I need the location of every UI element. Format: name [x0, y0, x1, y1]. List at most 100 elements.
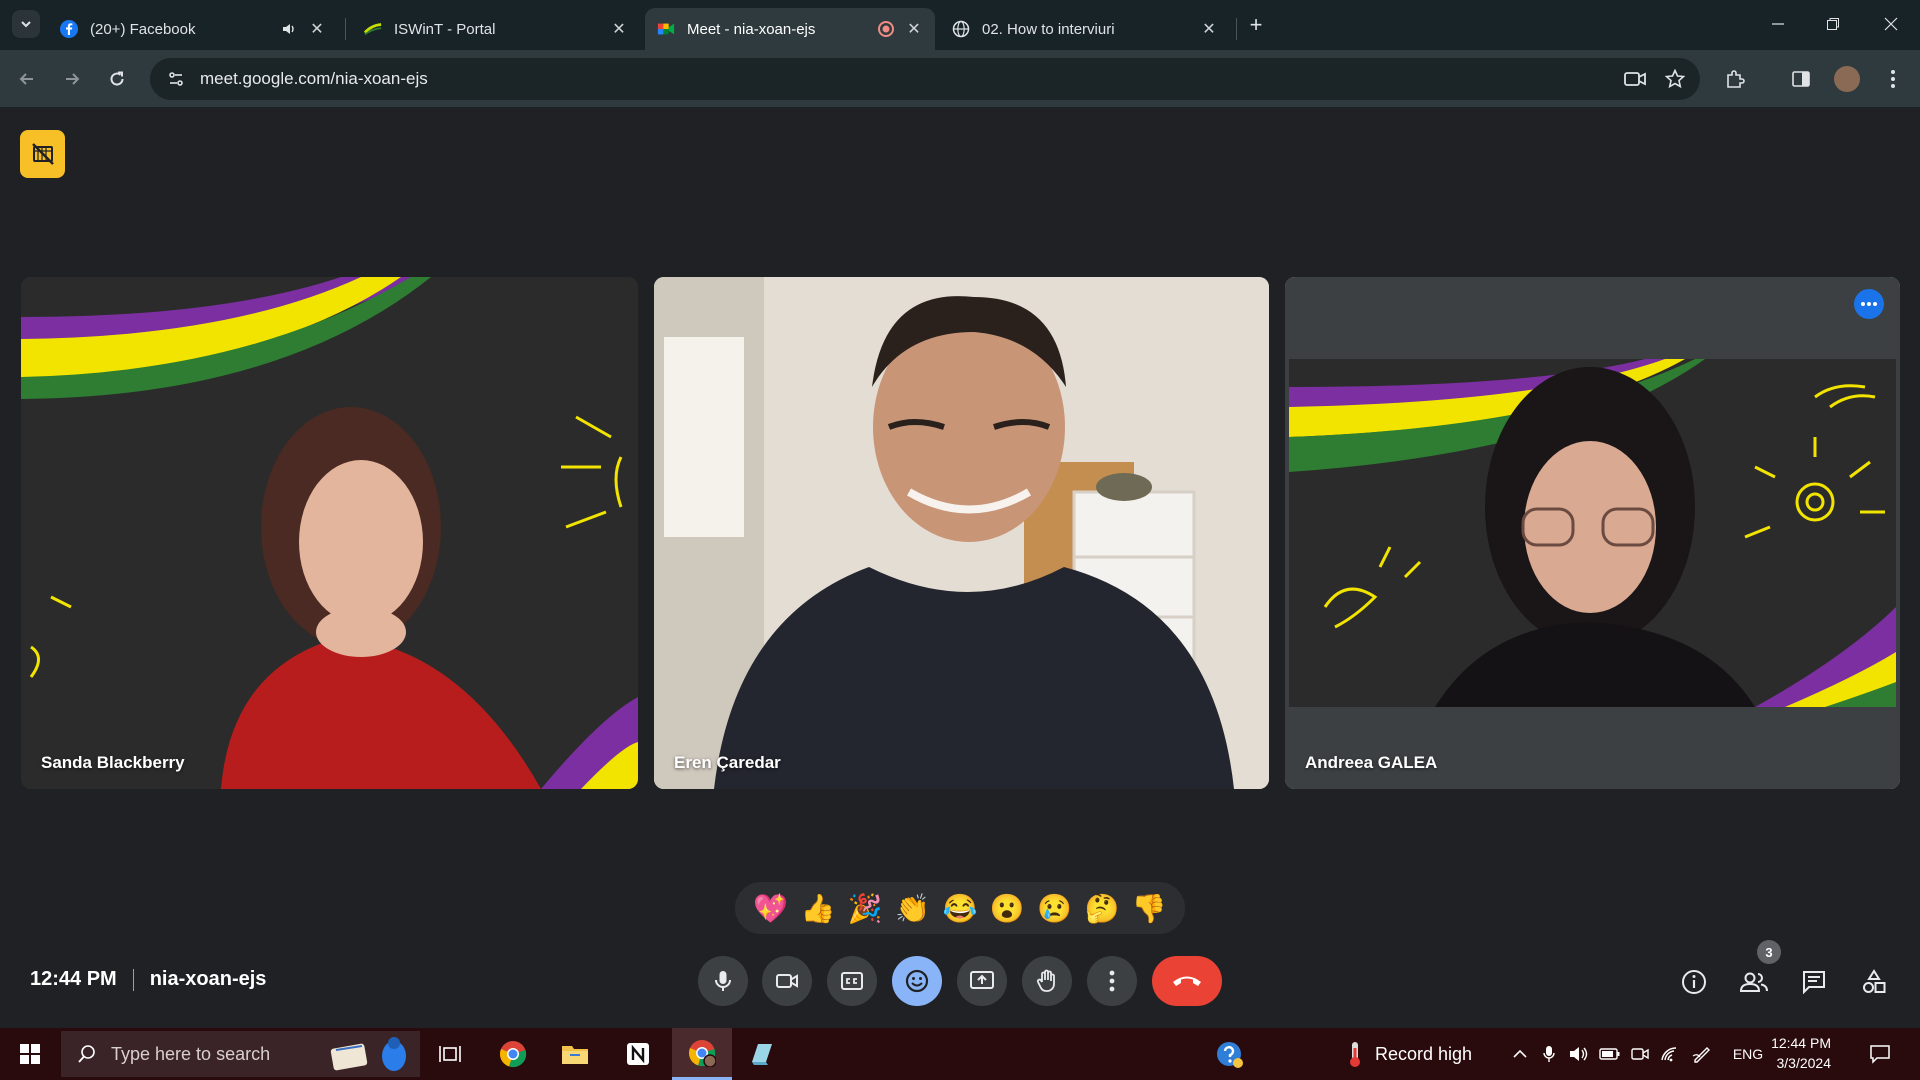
tab-search-button[interactable]: [12, 10, 40, 38]
camera-off-indicator[interactable]: [20, 130, 65, 178]
tab-facebook[interactable]: (20+) Facebook ✕: [48, 8, 338, 50]
reaction-crying[interactable]: 😢: [1035, 888, 1075, 928]
close-icon[interactable]: ✕: [905, 20, 923, 38]
show-hidden-icons-button[interactable]: [1507, 1028, 1533, 1080]
close-icon[interactable]: ✕: [308, 20, 326, 38]
participant-video: [654, 277, 1269, 789]
speaker-icon[interactable]: [280, 20, 298, 38]
reload-button[interactable]: [102, 64, 132, 94]
chrome-profile-icon: [688, 1039, 716, 1067]
tile-more-options-button[interactable]: [1854, 289, 1884, 319]
taskbar-notion[interactable]: [612, 1028, 664, 1080]
tab-separator: [1236, 18, 1237, 40]
notifications-button[interactable]: [1860, 1028, 1900, 1080]
people-button[interactable]: [1732, 960, 1776, 1004]
camera-tray-icon[interactable]: [1627, 1028, 1653, 1080]
present-screen-icon: [970, 971, 994, 989]
weather-text: Record high: [1375, 1043, 1473, 1064]
close-icon[interactable]: ✕: [1200, 20, 1218, 38]
chat-icon: [1803, 971, 1825, 995]
browser-tab-strip: (20+) Facebook ✕ ISWinT - Portal ✕ Meet …: [0, 0, 1920, 50]
chevron-up-icon: [1513, 1049, 1527, 1058]
reaction-thumbs-down[interactable]: 👎: [1129, 888, 1169, 928]
close-icon[interactable]: ✕: [610, 20, 628, 38]
video-camera-icon: [1631, 1048, 1649, 1060]
participant-name: Andreea GALEA: [1305, 753, 1438, 772]
notification-icon: [1870, 1045, 1890, 1064]
reaction-thinking[interactable]: 🤔: [1082, 888, 1122, 928]
address-bar[interactable]: meet.google.com/nia-xoan-ejs: [150, 58, 1700, 100]
taskbar-notes-app[interactable]: [736, 1028, 788, 1080]
start-button[interactable]: [0, 1028, 60, 1080]
participant-name: Sanda Blackberry: [41, 753, 185, 772]
volume-tray-icon[interactable]: [1566, 1028, 1592, 1080]
url-text: meet.google.com/nia-xoan-ejs: [200, 69, 428, 88]
participant-tile[interactable]: Eren Çaredar: [654, 277, 1269, 789]
reaction-laughing[interactable]: 😂: [940, 888, 980, 928]
tab-meet[interactable]: Meet - nia-xoan-ejs ✕: [645, 8, 935, 50]
task-view-button[interactable]: [424, 1028, 476, 1080]
side-panel-button[interactable]: [1786, 64, 1816, 94]
browser-toolbar: meet.google.com/nia-xoan-ejs: [0, 50, 1920, 108]
arrow-right-icon: [66, 73, 80, 85]
clock-date: 3/3/2024: [1776, 1055, 1832, 1071]
reactions-bar: 💖 👍 🎉 👏 😂 😮 😢 🤔 👎: [735, 882, 1185, 934]
reaction-surprised[interactable]: 😮: [987, 888, 1027, 928]
back-button[interactable]: [12, 64, 42, 94]
iswint-icon: [364, 20, 382, 38]
present-screen-button[interactable]: [957, 956, 1007, 1006]
battery-tray-icon[interactable]: [1597, 1028, 1623, 1080]
reaction-sparkling-heart[interactable]: 💖: [751, 888, 791, 928]
notes-icon: [752, 1044, 772, 1065]
meeting-details-button[interactable]: [1672, 960, 1716, 1004]
reaction-party-popper[interactable]: 🎉: [845, 888, 885, 928]
participant-tile[interactable]: Sanda Blackberry: [21, 277, 638, 789]
system-clock[interactable]: 12:44 PM 3/3/2024: [1755, 1033, 1831, 1073]
tab-how-to-interviuri[interactable]: 02. How to interviuri ✕: [940, 8, 1230, 50]
site-info-icon[interactable]: [156, 58, 196, 100]
taskbar-chrome[interactable]: [487, 1028, 539, 1080]
chat-button[interactable]: [1792, 960, 1836, 1004]
microphone-button[interactable]: [698, 956, 748, 1006]
minimize-button[interactable]: [1755, 8, 1801, 40]
camera-in-use-icon[interactable]: [1620, 64, 1650, 94]
weather-widget[interactable]: Record high: [1345, 1028, 1485, 1080]
clock-time: 12:44 PM: [1771, 1035, 1831, 1051]
task-view-icon: [439, 1046, 461, 1062]
tab-iswint-portal[interactable]: ISWinT - Portal ✕: [352, 8, 640, 50]
hand-icon: [1036, 969, 1055, 992]
facebook-icon: [60, 20, 78, 38]
taskbar-file-explorer[interactable]: [549, 1028, 601, 1080]
help-button[interactable]: [1205, 1028, 1253, 1080]
participant-tile[interactable]: Andreea GALEA: [1285, 277, 1900, 789]
taskbar-search-box[interactable]: Type here to search: [61, 1031, 420, 1077]
captions-button[interactable]: [827, 956, 877, 1006]
recording-icon: [877, 20, 895, 38]
wifi-tray-icon[interactable]: [1657, 1028, 1683, 1080]
closed-captions-icon: [841, 972, 863, 990]
video-off-icon: [31, 143, 54, 165]
forward-button[interactable]: [57, 64, 87, 94]
profile-button[interactable]: [1832, 64, 1862, 94]
leave-call-button[interactable]: [1152, 956, 1222, 1006]
reaction-clapping[interactable]: 👏: [893, 888, 933, 928]
hang-up-icon: [1173, 976, 1201, 986]
extensions-button[interactable]: [1720, 64, 1750, 94]
taskbar-chrome-profile[interactable]: [672, 1028, 732, 1080]
microphone-tray-icon[interactable]: [1536, 1028, 1562, 1080]
participant-count-badge: 3: [1757, 940, 1781, 964]
chrome-icon: [499, 1041, 527, 1068]
camera-button[interactable]: [762, 956, 812, 1006]
reaction-thumbs-up[interactable]: 👍: [798, 888, 838, 928]
reactions-button[interactable]: [892, 956, 942, 1006]
activities-button[interactable]: [1852, 960, 1896, 1004]
restore-button[interactable]: [1810, 8, 1856, 40]
new-tab-button[interactable]: +: [1243, 12, 1269, 38]
bookmark-star-icon[interactable]: [1660, 64, 1690, 94]
more-options-button[interactable]: [1087, 956, 1137, 1006]
browser-menu-button[interactable]: [1878, 64, 1908, 94]
pen-tray-icon[interactable]: [1689, 1028, 1715, 1080]
meeting-code: nia-xoan-ejs: [149, 968, 267, 990]
raise-hand-button[interactable]: [1022, 956, 1072, 1006]
close-window-button[interactable]: [1868, 8, 1914, 40]
